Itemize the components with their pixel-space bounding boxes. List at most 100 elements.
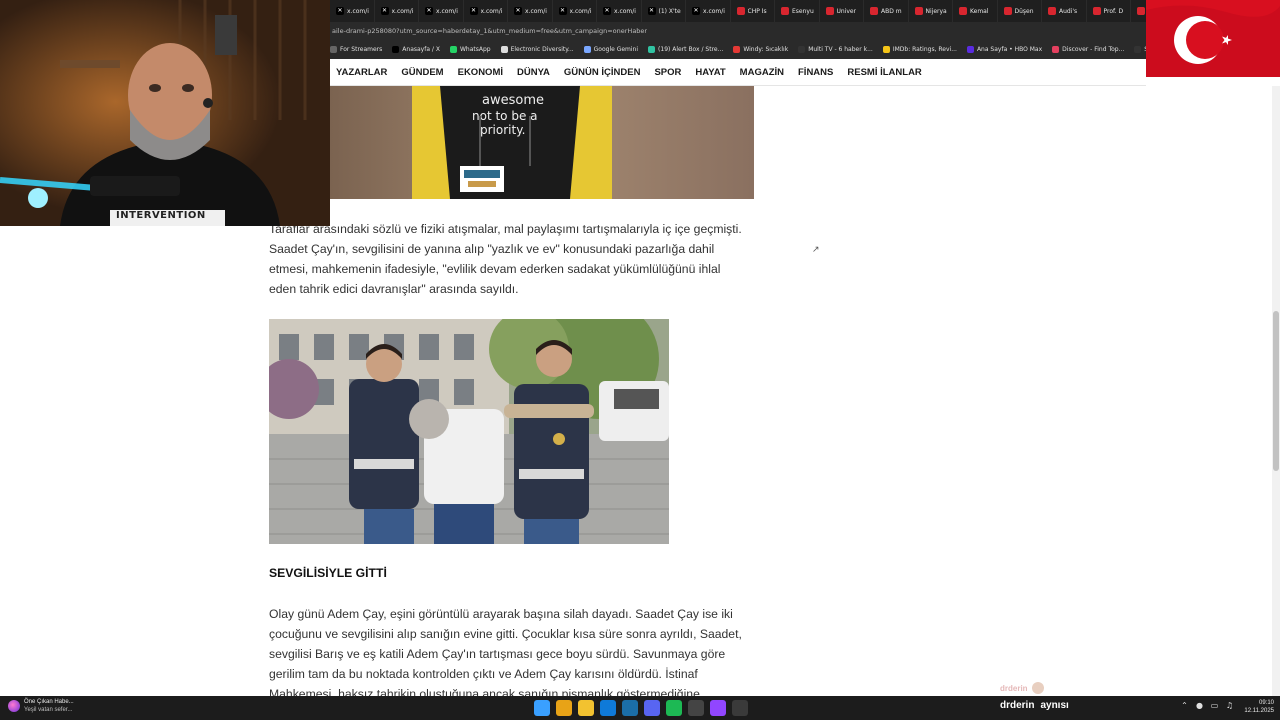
browser-icon[interactable]: [600, 700, 616, 716]
address-bar[interactable]: aile-drami-p258080?utm_source=haberdetay…: [330, 22, 1280, 40]
nav-item-gündem[interactable]: GÜNDEM: [401, 67, 443, 78]
browser-tab[interactable]: ✕ x.com/i: [686, 0, 731, 22]
epic-icon[interactable]: [688, 700, 704, 716]
browser-tab[interactable]: Prof. D: [1087, 0, 1131, 22]
x-icon: ✕: [336, 7, 344, 15]
chrome-icon[interactable]: [556, 700, 572, 716]
discord-icon[interactable]: [644, 700, 660, 716]
bookmark-item[interactable]: Discover - Find Top...: [1052, 46, 1124, 53]
bookmark-item[interactable]: Anasayfa / X: [392, 46, 440, 53]
nav-item-günün-i̇çi̇nden[interactable]: GÜNÜN İÇİNDEN: [564, 67, 641, 78]
nav-item-dünya[interactable]: DÜNYA: [517, 67, 550, 78]
bookmark-item[interactable]: WhatsApp: [449, 46, 491, 53]
bookmark-label: IMDb: Ratings, Revi...: [892, 46, 957, 53]
nav-item-yazarlar[interactable]: YAZARLAR: [336, 67, 387, 78]
bookmark-item[interactable]: Windy: Sıcaklık: [733, 46, 788, 53]
browser-tab[interactable]: ✕ (1) X'te: [642, 0, 686, 22]
windows-start-icon[interactable]: [534, 700, 550, 716]
spotify-icon[interactable]: [666, 700, 682, 716]
bookmark-label: Ana Sayfa • HBO Max: [976, 46, 1043, 53]
browser-tab[interactable]: CHP İs: [731, 0, 775, 22]
browser-tab[interactable]: ✕ x.com/i: [464, 0, 508, 22]
browser-tab[interactable]: ✕ x.com/i: [419, 0, 464, 22]
chevron-up-icon[interactable]: ⌃: [1180, 701, 1189, 710]
browser-tab-bar: ✕ x.com/i ✕ x.com/i ✕ x.com/i ✕ x.com/i ✕ x.com/i…: [330, 0, 1280, 22]
twitch-icon[interactable]: [710, 700, 726, 716]
bookmark-item[interactable]: Ana Sayfa • HBO Max: [966, 46, 1043, 53]
nav-item-hayat[interactable]: HAYAT: [695, 67, 725, 78]
browser-tab[interactable]: Düşen: [998, 0, 1042, 22]
tab-label: x.com/i: [703, 7, 725, 15]
nav-item-resmi̇-i̇lanlar[interactable]: RESMİ İLANLAR: [847, 67, 921, 78]
bookmark-item[interactable]: (19) Alert Box / Stre...: [648, 46, 723, 53]
news-widget-icon: [8, 700, 20, 712]
tab-label: Audi's: [1059, 7, 1078, 15]
browser-tab[interactable]: ✕ x.com/i: [330, 0, 375, 22]
url-text[interactable]: aile-drami-p258080?utm_source=haberdetay…: [332, 27, 647, 35]
article-subheading: SEVGİLİSİYLE GİTTİ: [269, 566, 387, 580]
browser-tab[interactable]: ✕ x.com/i: [553, 0, 597, 22]
imdb-icon: [882, 46, 890, 53]
stream-watermark: drderin: [1000, 680, 1060, 696]
nav-item-ekonomi̇[interactable]: EKONOMİ: [458, 67, 503, 78]
tab-label: x.com/i: [391, 7, 414, 15]
browser-tab[interactable]: ✕ x.com/i: [375, 0, 419, 22]
tab-label: (1) X'te: [658, 7, 681, 15]
tab-label: CHP İs: [747, 7, 767, 15]
x-icon: ✕: [603, 7, 611, 15]
whatsapp-icon: [449, 46, 457, 53]
watermark-text: drderin: [1000, 683, 1028, 693]
site-navigation: YAZARLAR GÜNDEM EKONOMİ DÜNYA GÜNÜN İÇİNDEN S…: [330, 60, 1146, 86]
nav-item-spor[interactable]: SPOR: [654, 67, 681, 78]
avatar-icon: [1031, 682, 1044, 694]
nav-item-fi̇nans[interactable]: FİNANS: [798, 67, 833, 78]
news-icon: [1137, 7, 1145, 15]
bookmark-item[interactable]: Electronic Diversity...: [500, 46, 574, 53]
browser-tab[interactable]: Nijerya: [909, 0, 953, 22]
bookmark-label: Google Gemini: [593, 46, 639, 53]
microphone-icon[interactable]: ●: [1195, 701, 1204, 710]
system-tray: ⌃ ● ▭ ♫: [1180, 701, 1234, 710]
bookmark-item[interactable]: For Streamers: [330, 46, 382, 53]
windows-taskbar: Öne Çıkan Habe... Yeşil vatan sefer... d…: [0, 696, 1280, 720]
news-widget[interactable]: Öne Çıkan Habe... Yeşil vatan sefer...: [8, 698, 74, 714]
bookmark-label: Anasayfa / X: [402, 46, 440, 53]
x-icon: [392, 46, 400, 53]
tab-label: Üniver: [836, 7, 857, 15]
x-icon: ✕: [425, 7, 433, 15]
browser-tab[interactable]: Audi's: [1042, 0, 1087, 22]
taskbar-clock[interactable]: 09:10 12.11.2025: [1240, 699, 1274, 715]
scrollbar-thumb[interactable]: [1273, 311, 1279, 471]
discover-icon: [1052, 46, 1060, 53]
article-photo-top: awesome not to be a priority.: [330, 86, 754, 199]
tab-label: x.com/i: [525, 7, 547, 15]
browser-tab[interactable]: Esenyu: [775, 0, 820, 22]
obs-icon[interactable]: [732, 700, 748, 716]
file-explorer-icon[interactable]: [578, 700, 594, 716]
bookmark-label: For Streamers: [340, 46, 383, 53]
display-icon[interactable]: ▭: [1210, 701, 1219, 710]
steam-icon[interactable]: [622, 700, 638, 716]
x-icon: ✕: [380, 7, 389, 15]
nav-item-magazi̇n[interactable]: MAGAZİN: [740, 67, 784, 78]
browser-tab[interactable]: ABD m: [864, 0, 909, 22]
chart-icon: [1134, 46, 1142, 53]
volume-icon[interactable]: ♫: [1225, 701, 1234, 710]
taskbar-apps: [534, 700, 748, 716]
turkish-flag-icon: [1146, 0, 1280, 77]
bookmark-label: Multi TV - 6 haber k...: [808, 46, 873, 53]
browser-tab[interactable]: Kemal: [953, 0, 998, 22]
browser-tab[interactable]: Üniver: [820, 0, 864, 22]
tab-label: Prof. D: [1103, 7, 1124, 15]
bookmark-item[interactable]: IMDb: Ratings, Revi...: [882, 46, 957, 53]
browser-tab[interactable]: ✕ x.com/i: [597, 0, 642, 22]
bookmark-label: Discover - Find Top...: [1062, 46, 1125, 53]
x-icon: ✕: [514, 7, 522, 15]
browser-tab[interactable]: ✕ x.com/i: [508, 0, 553, 22]
bookmark-item[interactable]: Multi TV - 6 haber k...: [798, 46, 873, 53]
svg-text:priority.: priority.: [480, 123, 525, 137]
bookmark-item[interactable]: Google Gemini: [583, 46, 639, 53]
tab-label: x.com/i: [436, 7, 458, 15]
page-scrollbar[interactable]: [1272, 86, 1280, 696]
mouse-cursor-icon: ↗: [812, 245, 820, 255]
